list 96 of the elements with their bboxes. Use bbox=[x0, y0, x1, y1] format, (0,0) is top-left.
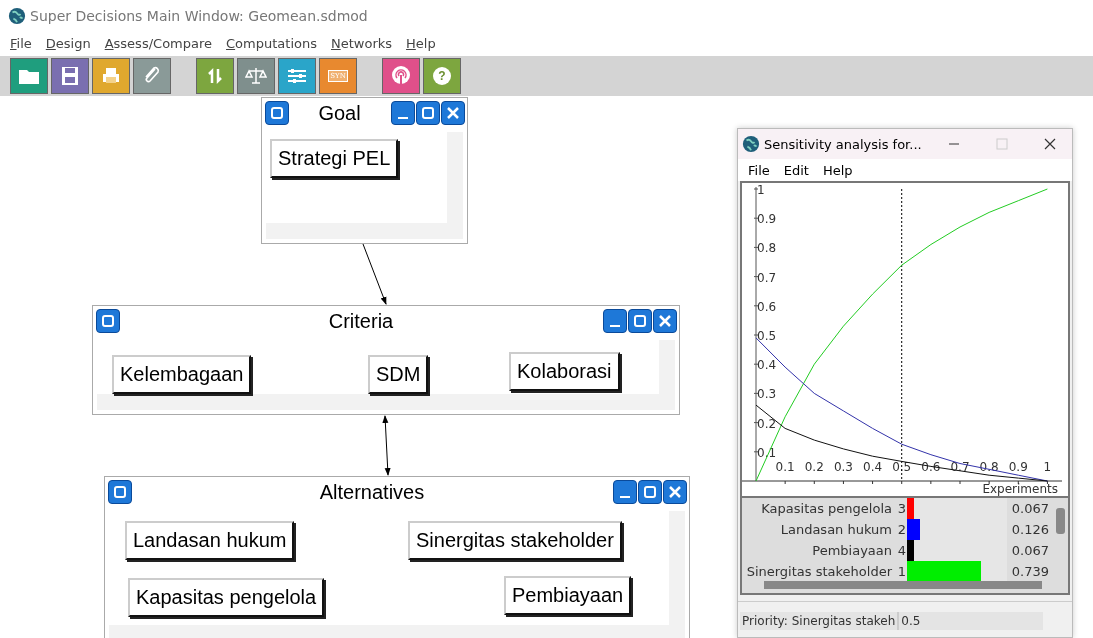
result-rank: 1 bbox=[896, 564, 906, 579]
y-tick-label: 0.9 bbox=[757, 212, 777, 227]
y-tick-label: 0.2 bbox=[757, 416, 777, 431]
toolbar-button[interactable] bbox=[237, 58, 275, 94]
minimize-icon bbox=[398, 117, 408, 119]
help-button[interactable]: ? bbox=[423, 58, 461, 94]
close-icon bbox=[445, 105, 461, 121]
horizontal-scrollbar[interactable] bbox=[97, 394, 675, 410]
y-tick-label: 0.8 bbox=[757, 241, 777, 256]
scale-icon bbox=[245, 65, 267, 87]
minimize-button[interactable] bbox=[613, 480, 637, 504]
square-icon bbox=[112, 484, 128, 500]
y-tick-label: 0.6 bbox=[757, 299, 777, 314]
close-button[interactable] bbox=[653, 309, 677, 333]
result-name: Sinergitas stakeholder bbox=[745, 564, 892, 579]
node-button[interactable]: SDM bbox=[368, 355, 429, 394]
toolbar-button[interactable] bbox=[92, 58, 130, 94]
maximize-icon bbox=[420, 105, 436, 121]
x-axis-label: Experiments bbox=[982, 482, 1058, 496]
horizontal-scrollbar[interactable] bbox=[764, 581, 1042, 589]
minimize-icon bbox=[610, 325, 620, 327]
menu-item[interactable]: Help bbox=[822, 162, 853, 178]
node-button[interactable]: Kapasitas pengelola bbox=[128, 578, 325, 617]
menu-item[interactable]: Help bbox=[406, 35, 436, 51]
toolbar-button[interactable] bbox=[133, 58, 171, 94]
window-title: Sensitivity analysis for... bbox=[764, 136, 923, 152]
y-tick-label: 0.3 bbox=[757, 387, 777, 402]
x-tick-label: 1 bbox=[1043, 460, 1052, 474]
y-tick-label: 0.5 bbox=[757, 329, 777, 343]
close-button[interactable] bbox=[663, 480, 687, 504]
minimize-button[interactable] bbox=[603, 309, 627, 333]
maximize-button[interactable] bbox=[628, 309, 652, 333]
result-name: Landasan hukum bbox=[779, 522, 892, 537]
x-tick-label: 0.3 bbox=[833, 460, 853, 474]
result-rank: 3 bbox=[896, 501, 906, 516]
menu-item[interactable]: Networks bbox=[330, 35, 393, 51]
node-button[interactable]: Pembiayaan bbox=[504, 576, 632, 615]
result-value: 0.739 bbox=[1010, 564, 1049, 579]
connector-arrow bbox=[382, 415, 391, 476]
y-tick-label: 0.4 bbox=[757, 358, 777, 373]
cluster-menu-button[interactable] bbox=[96, 309, 120, 333]
result-value: 0.067 bbox=[1010, 501, 1049, 516]
menu-item[interactable]: Edit bbox=[783, 162, 809, 178]
cluster-title: Alternatives bbox=[318, 480, 426, 504]
cluster-menu-button[interactable] bbox=[265, 101, 289, 125]
toolbar-button[interactable] bbox=[196, 58, 234, 94]
menu-item[interactable]: Design bbox=[45, 35, 91, 51]
toolbar-button[interactable] bbox=[382, 58, 420, 94]
priority-field[interactable]: 0.5 bbox=[899, 612, 1044, 630]
close-button[interactable] bbox=[441, 101, 465, 125]
toolbar-button[interactable] bbox=[278, 58, 316, 94]
menu-item[interactable]: File bbox=[748, 162, 770, 178]
maximize-icon bbox=[996, 138, 1008, 150]
toolbar-button[interactable] bbox=[10, 58, 48, 94]
maximize-icon bbox=[642, 484, 658, 500]
connector-arrow bbox=[362, 243, 387, 305]
menu-item[interactable]: Computations bbox=[226, 35, 317, 51]
close-icon bbox=[657, 313, 673, 329]
menu-item[interactable]: Assess/Compare bbox=[104, 35, 213, 51]
result-rank: 2 bbox=[896, 522, 906, 537]
result-value: 0.067 bbox=[1010, 543, 1049, 558]
minimize-button[interactable] bbox=[391, 101, 415, 125]
x-tick-label: 0.4 bbox=[863, 460, 883, 474]
close-icon bbox=[667, 484, 683, 500]
toolbar-button[interactable] bbox=[51, 58, 89, 94]
broadcast-icon bbox=[390, 65, 412, 87]
menu-item[interactable]: File bbox=[10, 35, 32, 51]
globe-icon bbox=[742, 135, 760, 153]
node-button[interactable]: Kelembagaan bbox=[112, 355, 252, 394]
result-value: 0.126 bbox=[1010, 522, 1049, 537]
maximize-icon bbox=[632, 313, 648, 329]
x-tick-label: 0.9 bbox=[1008, 460, 1028, 474]
node-button[interactable]: Kolaborasi bbox=[509, 352, 620, 391]
y-tick-label: 0.7 bbox=[757, 270, 777, 285]
window-title: Super Decisions Main Window: Geomean.sdmod bbox=[30, 8, 368, 24]
minimize-icon bbox=[620, 496, 630, 498]
node-button[interactable]: Strategi PEL bbox=[270, 139, 399, 178]
square-icon bbox=[269, 105, 285, 121]
node-button[interactable]: Landasan hukum bbox=[125, 521, 295, 560]
maximize-button[interactable] bbox=[638, 480, 662, 504]
cluster-title: Criteria bbox=[327, 309, 395, 333]
square-icon bbox=[100, 313, 116, 329]
cluster-title: Goal bbox=[317, 101, 362, 125]
x-tick-label: 0.1 bbox=[775, 460, 795, 474]
cluster-menu-button[interactable] bbox=[108, 480, 132, 504]
maximize-button[interactable] bbox=[416, 101, 440, 125]
node-button[interactable]: Sinergitas stakeholder bbox=[408, 521, 622, 560]
y-tick-label: 1 bbox=[757, 183, 765, 197]
result-name: Pembiayaan bbox=[811, 543, 892, 558]
priority-label: Priority: Sinergitas stakeh bbox=[740, 612, 900, 630]
close-icon bbox=[1044, 138, 1056, 150]
x-tick-label: 0.2 bbox=[804, 460, 824, 474]
globe-icon bbox=[8, 7, 26, 25]
result-rank: 4 bbox=[896, 543, 906, 558]
x-tick-label: 0.5 bbox=[892, 460, 912, 474]
result-name: Kapasitas pengelola bbox=[760, 501, 892, 516]
